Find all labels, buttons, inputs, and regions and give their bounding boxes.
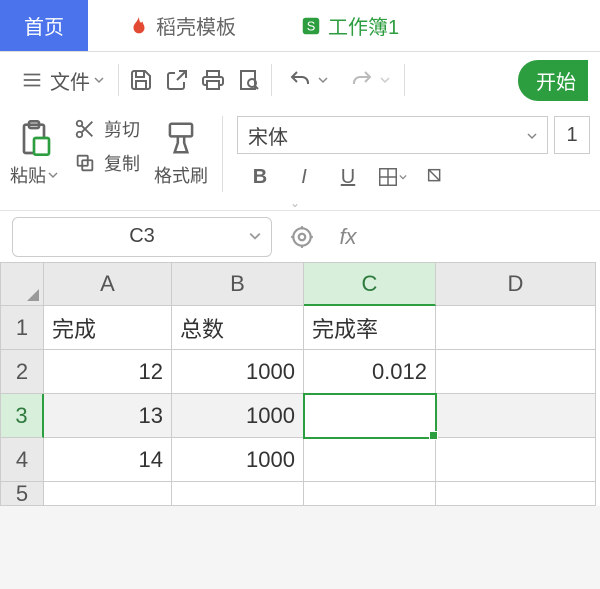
col-header-D[interactable]: D [436,262,596,306]
undo-icon [286,66,314,94]
tab-workbook[interactable]: S 工作簿1 [276,0,423,51]
row-5: 5 [0,482,600,506]
tab-home-label: 首页 [24,11,64,40]
redo-button[interactable] [342,66,396,94]
format-painter-label: 格式刷 [154,162,208,188]
print-button[interactable] [199,66,227,94]
paste-label: 粘贴 [10,162,58,188]
row-1: 1 完成 总数 完成率 [0,306,600,350]
ribbon: 粘贴 剪切 复制 格式刷 宋体 1 [0,108,600,196]
paint-brush-icon [159,116,203,160]
save-button[interactable] [127,66,155,94]
cell-B1[interactable]: 总数 [172,306,304,350]
fill-color-button[interactable] [419,162,453,192]
undo-button[interactable] [280,66,334,94]
cell-D2[interactable] [436,350,596,394]
copy-button[interactable]: 复制 [72,150,140,176]
tab-templates-label: 稻壳模板 [156,11,236,40]
separator [404,64,405,96]
row-header-2[interactable]: 2 [0,350,44,394]
ribbon-collapse[interactable]: ⌄ [0,196,600,210]
col-header-B[interactable]: B [172,262,304,306]
fx-button[interactable]: fx [332,221,364,253]
row-header-4[interactable]: 4 [0,438,44,482]
bold-button[interactable]: B [243,162,277,192]
font-size-value: 1 [566,124,577,147]
format-painter-button[interactable]: 格式刷 [154,116,208,188]
name-box[interactable]: C3 [12,217,272,257]
scissors-icon [72,116,98,142]
svg-text:S: S [307,18,316,33]
row-header-3[interactable]: 3 [0,394,44,438]
chevron-down-icon [527,124,537,147]
name-box-value: C3 [129,225,155,248]
separator [118,64,119,96]
col-header-A[interactable]: A [44,262,172,306]
start-label: 开始 [536,72,576,94]
copy-icon [72,150,98,176]
row-3: 3 13 1000 [0,394,600,438]
cell-A1[interactable]: 完成 [44,306,172,350]
file-menu[interactable]: 文件 [12,66,110,95]
separator [222,116,223,192]
clipboard-icon [12,116,56,160]
cell-C5[interactable] [304,482,436,506]
cell-C4[interactable] [304,438,436,482]
borders-button[interactable] [375,162,409,192]
font-size-select[interactable]: 1 [554,116,590,154]
print-preview-button[interactable] [235,66,263,94]
cell-B4[interactable]: 1000 [172,438,304,482]
cell-D3[interactable] [436,394,596,438]
redo-icon [348,66,376,94]
spreadsheet-grid: A B C D 1 完成 总数 完成率 2 12 1000 0.012 3 13… [0,262,600,506]
cell-D4[interactable] [436,438,596,482]
tab-templates[interactable]: 稻壳模板 [88,0,276,51]
cell-C3[interactable] [304,394,436,438]
cell-C1[interactable]: 完成率 [304,306,436,350]
copy-label: 复制 [104,150,140,176]
select-all-corner[interactable] [0,262,44,306]
paste-group[interactable]: 粘贴 [10,116,58,188]
menu-icon [18,66,46,94]
formula-bar: C3 fx [0,210,600,262]
cell-A2[interactable]: 12 [44,350,172,394]
underline-button[interactable]: U [331,162,365,192]
chevron-down-icon [318,75,328,85]
row-header-1[interactable]: 1 [0,306,44,350]
font-name-value: 宋体 [248,121,288,150]
share-button[interactable] [163,66,191,94]
cell-A3[interactable]: 13 [44,394,172,438]
trace-button[interactable] [286,221,318,253]
cell-B2[interactable]: 1000 [172,350,304,394]
cell-A4[interactable]: 14 [44,438,172,482]
cell-B3[interactable]: 1000 [172,394,304,438]
flame-icon [128,15,150,37]
chevron-down-icon [94,75,104,85]
chevron-down-icon [380,75,390,85]
file-label: 文件 [50,66,90,95]
start-tab[interactable]: 开始 [518,60,588,101]
cell-B5[interactable] [172,482,304,506]
italic-button[interactable]: I [287,162,321,192]
cut-label: 剪切 [104,116,140,142]
tab-home[interactable]: 首页 [0,0,88,51]
tab-workbook-label: 工作簿1 [328,11,399,40]
row-2: 2 12 1000 0.012 [0,350,600,394]
cell-D5[interactable] [436,482,596,506]
cut-button[interactable]: 剪切 [72,116,140,142]
chevron-down-icon [249,225,261,248]
cell-A5[interactable] [44,482,172,506]
row-header-5[interactable]: 5 [0,482,44,506]
column-headers: A B C D [0,262,600,306]
row-4: 4 14 1000 [0,438,600,482]
col-header-C[interactable]: C [304,262,436,306]
cell-D1[interactable] [436,306,596,350]
spreadsheet-icon: S [300,15,322,37]
font-name-select[interactable]: 宋体 [237,116,548,154]
app-tabs: 首页 稻壳模板 S 工作簿1 [0,0,600,52]
quick-toolbar: 文件 开始 [0,52,600,108]
separator [271,64,272,96]
cell-C2[interactable]: 0.012 [304,350,436,394]
